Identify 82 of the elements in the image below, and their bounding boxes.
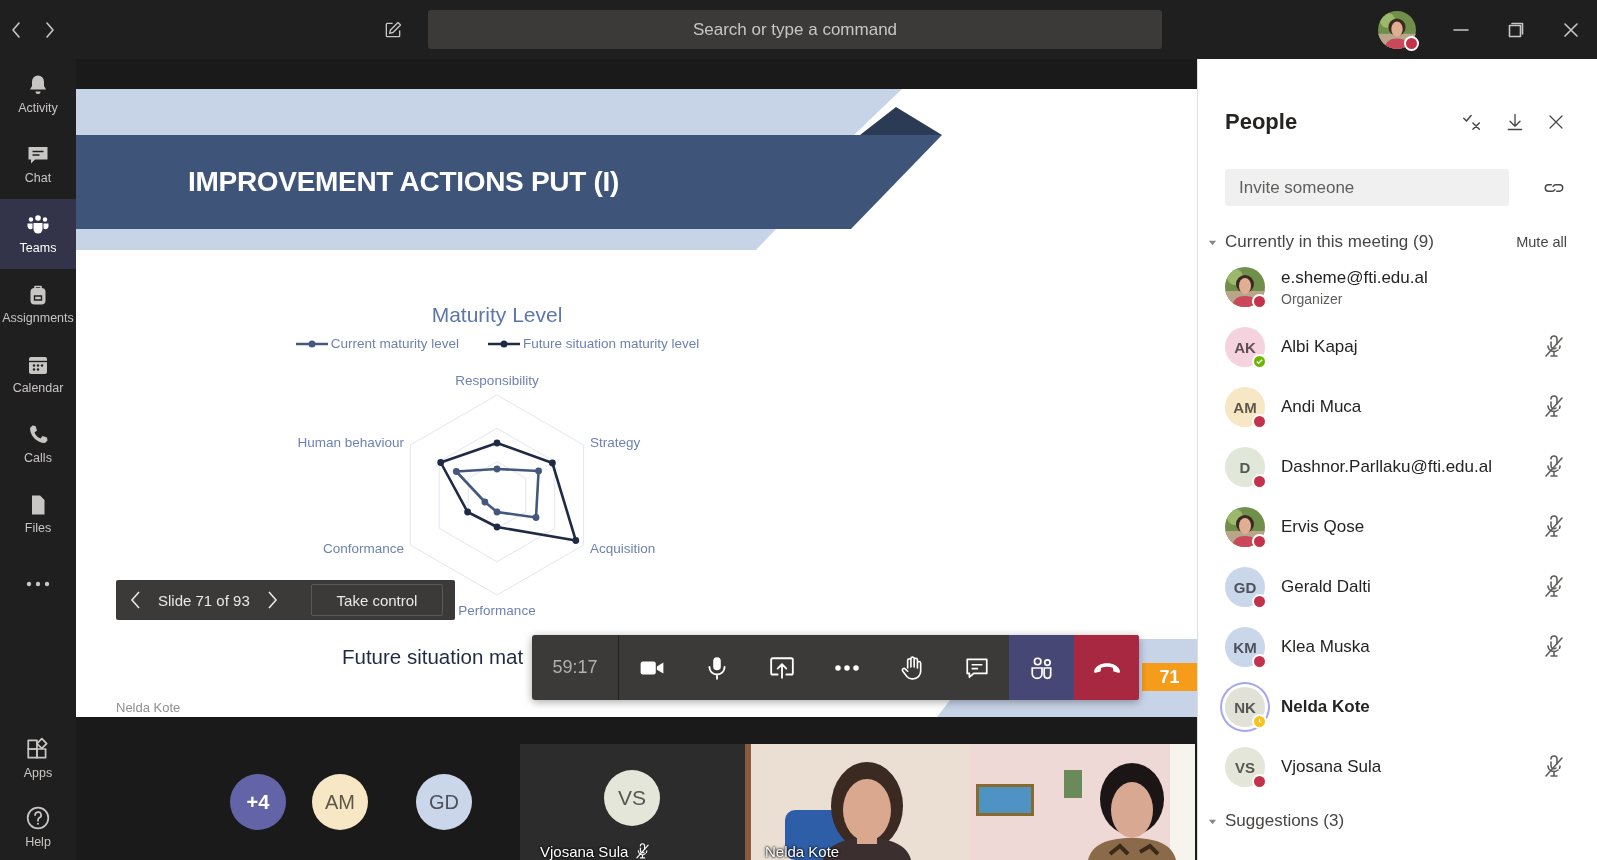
close-icon[interactable] <box>1547 113 1565 131</box>
avatar: AM <box>312 774 368 830</box>
participant-name: Ervis Qose <box>1281 517 1365 537</box>
app-bar-item[interactable]: Help <box>0 793 76 860</box>
app-bar-item[interactable]: Calendar <box>0 339 76 409</box>
avatar: VS <box>1225 747 1265 787</box>
avatar: AK <box>1225 327 1265 367</box>
participant-name: Dashnor.Parllaku@fti.edu.al <box>1281 457 1492 477</box>
app-bar-item[interactable]: Chat <box>0 129 76 199</box>
take-control-button[interactable]: Take control <box>311 584 443 616</box>
axis-label: Performance <box>458 603 536 619</box>
data-point <box>572 537 580 544</box>
participant-name: Gerald Dalti <box>1281 577 1371 597</box>
axis-label: Conformance <box>322 541 404 557</box>
data-point <box>481 498 489 506</box>
participant-name: Andi Muca <box>1281 397 1362 417</box>
download-icon[interactable] <box>1505 112 1525 132</box>
avatar: KM <box>1225 627 1265 667</box>
axis-label: Acquisition <box>590 541 656 557</box>
chart-title: Maturity Level <box>430 302 564 328</box>
more-icon[interactable] <box>26 581 50 587</box>
app-bar-item[interactable]: Files <box>0 479 76 549</box>
participant-name: Vjosana Sula <box>540 843 629 860</box>
participant-name: Klea Muska <box>1281 637 1370 657</box>
participant-name: e.sheme@fti.edu.al <box>1281 267 1428 288</box>
axis-label: Strategy <box>590 435 641 451</box>
chevron-right-icon[interactable] <box>265 590 278 610</box>
app-bar-item[interactable]: Calls <box>0 409 76 479</box>
chevron-left-icon[interactable] <box>130 590 142 610</box>
data-point <box>437 459 445 466</box>
slide-title: IMPROVEMENT ACTIONS PUT (I) <box>188 166 620 198</box>
presenter-name: Nelda Kote <box>116 700 181 715</box>
search-field[interactable]: Search or type a command <box>428 10 1162 49</box>
invite-field[interactable]: Invite someone <box>1225 169 1509 206</box>
data-point <box>493 523 501 531</box>
close-icon[interactable] <box>1563 21 1579 38</box>
data-point <box>535 467 542 475</box>
share-screen-icon <box>768 654 795 681</box>
participant-name: Albi Kapaj <box>1281 337 1358 357</box>
section-header[interactable]: Suggestions (3) <box>1208 811 1345 831</box>
avatar: GD <box>416 774 472 830</box>
panel-title: People <box>1225 109 1298 135</box>
avatar: VS <box>604 770 660 826</box>
data-point <box>464 508 471 516</box>
data-point <box>452 468 460 475</box>
avatar: GD <box>1225 567 1265 607</box>
more-icon <box>834 664 859 671</box>
call-button[interactable] <box>1009 635 1074 700</box>
participant-name: Nelda Kote <box>1281 697 1370 717</box>
slide-caption: Future situation mat <box>342 645 524 669</box>
slide-counter: Slide 71 of 93 <box>158 591 250 609</box>
axis-label: Responsibility <box>455 373 539 389</box>
axis-label: Human behaviour <box>297 435 404 451</box>
participant-name: Vjosana Sula <box>1281 757 1382 777</box>
data-point <box>493 439 501 447</box>
chevron-right-icon[interactable] <box>44 19 56 40</box>
section-header[interactable]: Currently in this meeting (9) <box>1208 232 1434 252</box>
slide-number: 71 <box>1142 663 1197 691</box>
call-timer: 59:17 <box>532 635 619 700</box>
participant-role: Organizer <box>1281 290 1344 307</box>
apps-icon <box>25 736 51 762</box>
maximize-icon[interactable] <box>1508 21 1524 38</box>
hang-up-icon <box>1093 662 1120 673</box>
legend-label: Future situation maturity level <box>523 336 700 351</box>
avatar: AM <box>1225 387 1265 427</box>
data-point <box>493 508 501 516</box>
people-icon <box>1028 654 1055 681</box>
app-bar-item[interactable]: Apps <box>0 723 76 793</box>
mute-all-button[interactable]: Mute all <box>1516 234 1567 250</box>
compose-icon[interactable] <box>383 19 403 40</box>
avatar: D <box>1225 447 1265 487</box>
chevron-left-icon[interactable] <box>10 19 22 40</box>
overflow-count[interactable]: +4 <box>230 774 286 830</box>
app-bar-item[interactable]: Activity <box>0 59 76 129</box>
data-point <box>532 514 540 521</box>
app-bar-item[interactable]: Teams <box>0 199 76 269</box>
hang-up-button[interactable] <box>1074 635 1139 700</box>
legend-label: Current maturity level <box>330 336 459 351</box>
app-bar-item[interactable]: Assignments <box>0 269 76 339</box>
data-point <box>549 459 556 467</box>
help-icon <box>25 804 51 831</box>
data-point <box>493 465 501 473</box>
